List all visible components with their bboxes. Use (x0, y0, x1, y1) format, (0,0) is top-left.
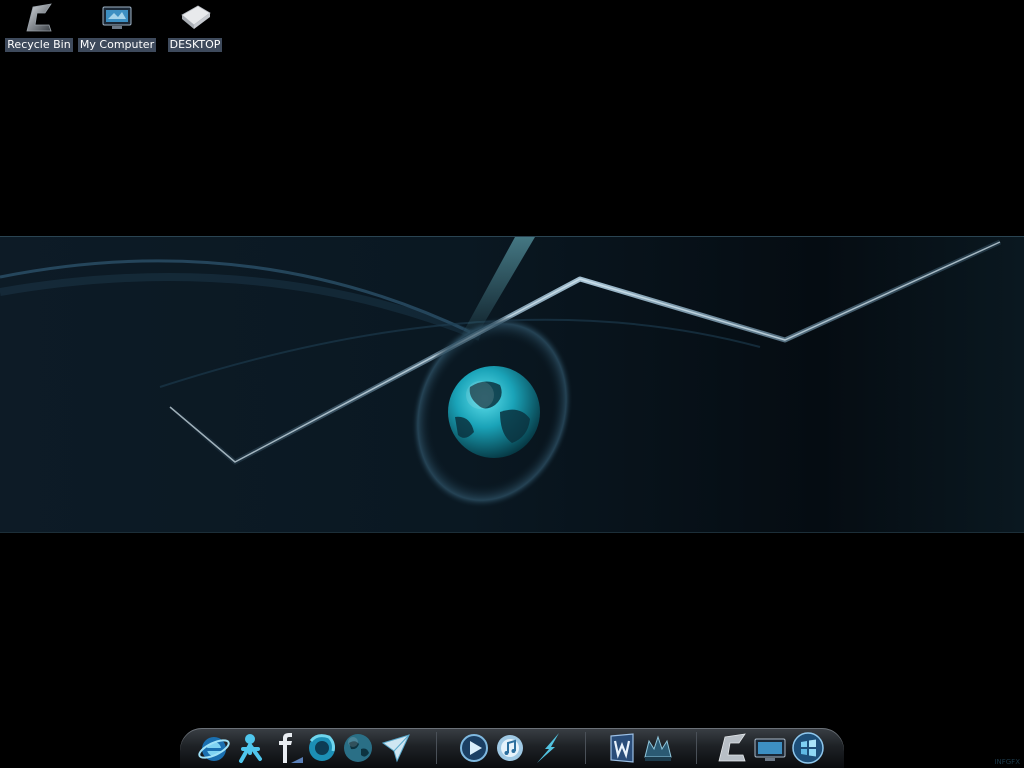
lightning-app-icon (537, 733, 559, 763)
desktop-icon-label: Recycle Bin (5, 38, 73, 52)
desktop-icon-desktop-folder[interactable]: DESKTOP (150, 0, 240, 58)
dock-item-aim[interactable] (232, 730, 268, 766)
media-player-icon (460, 734, 488, 762)
dock-separator (696, 732, 697, 764)
dock-item-recycle-bin[interactable] (714, 730, 750, 766)
facebook-icon (279, 733, 303, 763)
itunes-icon (497, 735, 523, 761)
recycle-bin-icon (718, 733, 746, 762)
dock-item-internet-explorer[interactable] (196, 730, 232, 766)
recycle-bin-icon (19, 0, 59, 36)
desktop-icon-label: My Computer (77, 38, 157, 52)
dock-separator (436, 732, 437, 764)
dock-taskbar (180, 728, 844, 768)
firefox-icon (309, 734, 335, 761)
wallpaper-banner (0, 236, 1024, 533)
dock-item-messenger-globe[interactable] (340, 730, 376, 766)
globe-icon (448, 366, 540, 458)
dock-item-game[interactable] (640, 730, 676, 766)
my-computer-icon (97, 0, 137, 36)
desktop-icon-label: DESKTOP (167, 38, 223, 52)
paper-plane-mail-icon (381, 734, 410, 763)
game-crest-icon (644, 735, 672, 761)
dock-separator (585, 732, 586, 764)
word-icon (610, 733, 634, 763)
dock-item-start[interactable] (790, 730, 826, 766)
internet-explorer-icon (198, 737, 230, 761)
desktop-icon-my-computer[interactable]: My Computer (72, 0, 162, 58)
dock-item-my-computer[interactable] (752, 730, 788, 766)
watermark: INFGFX (994, 758, 1020, 766)
dock-item-itunes[interactable] (492, 730, 528, 766)
dock-item-mail[interactable] (378, 730, 414, 766)
dock-item-facebook[interactable] (268, 730, 304, 766)
dock-item-media-player[interactable] (456, 730, 492, 766)
my-computer-icon (754, 738, 786, 761)
windows-start-icon (792, 732, 824, 764)
folder-icon (175, 0, 215, 36)
dock-item-firefox[interactable] (304, 730, 340, 766)
dock-item-lightning-app[interactable] (530, 730, 566, 766)
dock-item-word[interactable] (604, 730, 640, 766)
aim-messenger-icon (239, 734, 262, 763)
messenger-globe-icon (344, 734, 372, 762)
desktop: Recycle Bin My Computer DESKTOP INFGFX (0, 0, 1024, 768)
wallpaper-artwork (0, 237, 1002, 508)
